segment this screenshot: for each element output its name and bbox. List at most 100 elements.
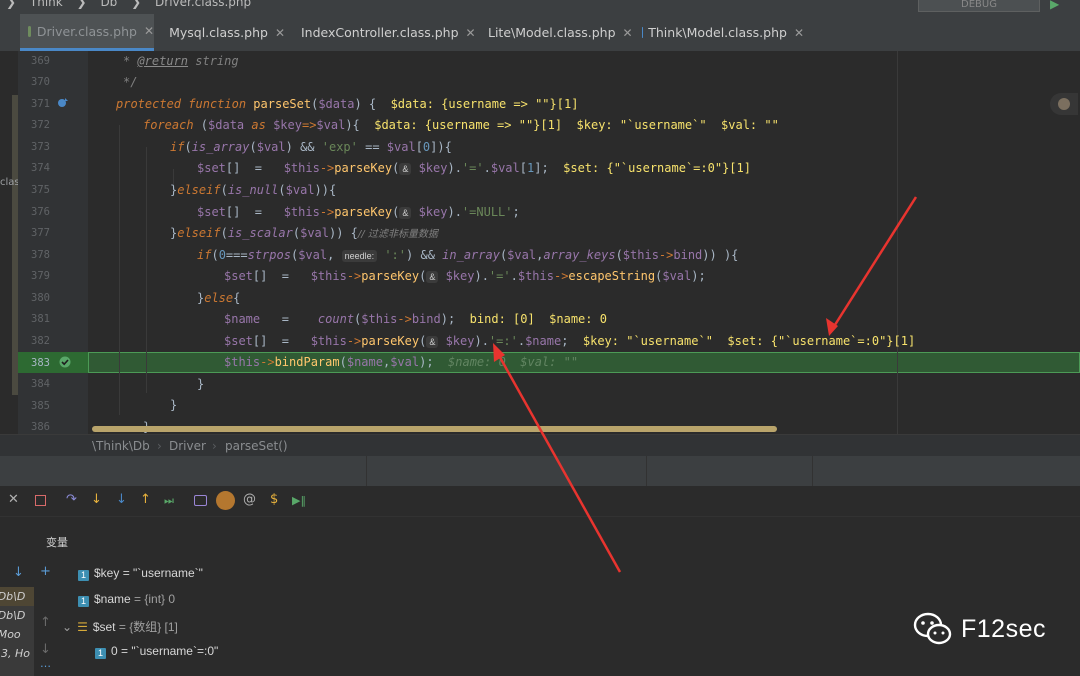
line-number: 375	[31, 184, 50, 196]
tab-label: Mysql.class.php	[169, 25, 268, 40]
resume-icon[interactable]: ▶‖	[292, 494, 306, 507]
step-into-icon[interactable]: ↓	[91, 492, 102, 507]
code-line-382: $set[] = $this->parseKey(& $key).'=:'.$n…	[224, 334, 916, 348]
crumb-chevron-icon: ❯	[6, 0, 17, 9]
editor-tab-bar: Driver.class.php ✕ Mysql.class.php ✕ Ind…	[0, 14, 1080, 52]
debug-toolbar: ✕ ↷ ↓ ↓ ↑ ⏭ @ $ ▶‖	[0, 486, 1080, 517]
variable-row-name[interactable]: 1 $name = {int} 0	[78, 592, 175, 607]
top-crumb-db[interactable]: Db	[100, 0, 117, 9]
watch-icon[interactable]: @	[243, 492, 256, 507]
breakpoint-check-icon[interactable]	[59, 356, 71, 368]
line-number: 374	[31, 162, 50, 174]
code-line-380: }else{	[197, 291, 241, 305]
code-line-378: if(0===strpos($val, needle: ':') && in_a…	[197, 248, 739, 262]
code-line-373: if(is_array($val) && 'exp' == $val[0]){	[170, 140, 452, 154]
browser-preview-icon[interactable]	[1050, 93, 1078, 115]
line-number: 372	[31, 119, 50, 131]
code-line-371: protected function parseSet($data) { $da…	[116, 97, 579, 111]
frame-item[interactable]: \Db\D	[0, 587, 34, 606]
step-out-icon[interactable]: ↑	[140, 492, 151, 507]
wechat-logo-icon	[913, 612, 952, 645]
watermark-text: F12sec	[961, 614, 1046, 643]
frames-list[interactable]: \Db\D \Db\D \Moo 13, Ho	[0, 587, 34, 676]
arrow-up-icon[interactable]: ↑	[40, 615, 51, 630]
close-icon[interactable]: ✕	[275, 26, 285, 40]
more-icon[interactable]: …	[40, 657, 51, 670]
close-icon[interactable]: ✕	[144, 24, 154, 38]
line-number: 386	[31, 421, 50, 433]
line-number: 378	[31, 249, 50, 261]
close-icon[interactable]: ✕	[623, 26, 633, 40]
code-line-375: }elseif(is_null($val)){	[170, 183, 337, 197]
editor-breadcrumb: \Think\Db › Driver › parseSet()	[0, 434, 1080, 457]
frame-item[interactable]: 13, Ho	[0, 644, 34, 663]
stop-icon[interactable]	[35, 495, 46, 506]
line-number: 382	[31, 335, 50, 347]
force-step-into-icon[interactable]: ↓	[116, 492, 127, 507]
top-breadcrumb-bar: ❯ Think ❯ Db ❯ Driver.class.php DEBUG ▶	[0, 0, 1080, 14]
code-line-385: }	[170, 398, 178, 412]
debug-tool-tabs	[0, 456, 1080, 486]
variables-panel: 变量 ↓ + ↑ ↓ … \Db\D \Db\D \Moo 13, Ho 1$k…	[0, 517, 1080, 676]
arrow-down-icon[interactable]: ↓	[13, 565, 24, 580]
code-line-381: $name = count($this->bind); bind: [0] $n…	[224, 312, 607, 326]
tab-label: IndexController.class.php	[301, 25, 459, 40]
crumb-chevron-icon: ❯	[131, 0, 142, 9]
breadcrumb-method[interactable]: parseSet()	[225, 439, 288, 453]
line-number: 376	[31, 206, 50, 218]
watermark: F12sec	[913, 612, 1046, 646]
crumb-chevron-icon: ❯	[76, 0, 87, 9]
variable-row-set[interactable]: ⌄ ☰ $set = {数组} [1]	[62, 618, 178, 635]
run-config-label: DEBUG	[961, 0, 997, 10]
code-line-384: }	[197, 377, 205, 391]
code-line-377: }elseif(is_scalar($val)) {// 过滤非标量数据	[170, 226, 438, 240]
frame-item[interactable]: \Moo	[0, 625, 34, 644]
variable-row-key[interactable]: 1 $key = "`username`"	[78, 566, 203, 581]
frame-item[interactable]: \Db\D	[0, 606, 34, 625]
breadcrumb-namespace[interactable]: \Think\Db	[92, 439, 150, 453]
tab-driver[interactable]: Driver.class.php ✕	[20, 14, 154, 51]
tab-mysql[interactable]: Mysql.class.php ✕	[155, 14, 285, 51]
run-icon[interactable]: ▶	[1050, 0, 1059, 11]
line-number: 381	[31, 313, 50, 325]
evaluate-icon[interactable]	[216, 491, 235, 510]
code-line-374: $set[] = $this->parseKey(& $key).'='.$va…	[197, 161, 751, 175]
top-crumb-think[interactable]: Think	[30, 0, 63, 9]
top-crumb-file[interactable]: Driver.class.php	[155, 0, 251, 9]
tab-label: Think\Model.class.php	[648, 25, 787, 40]
line-number: 369	[31, 55, 50, 67]
line-number: 379	[31, 270, 50, 282]
primitive-icon: 1	[78, 570, 89, 581]
primitive-icon: 1	[95, 648, 106, 659]
php-class-icon	[28, 25, 31, 37]
line-number: 383	[31, 357, 50, 369]
chevron-down-icon[interactable]: ⌄	[62, 620, 72, 634]
line-number: 377	[31, 227, 50, 239]
close-icon[interactable]: ✕	[794, 26, 804, 40]
code-editor[interactable]: class 369 370 371 372 373 374 375 376 37…	[0, 51, 1080, 434]
line-number: 373	[31, 141, 50, 153]
add-watch-icon[interactable]: +	[40, 564, 51, 579]
override-method-icon[interactable]	[57, 97, 69, 109]
horizontal-scrollbar[interactable]	[92, 426, 777, 432]
line-number: 385	[31, 400, 50, 412]
arrow-down-icon[interactable]: ↓	[40, 642, 51, 657]
array-icon: ☰	[77, 620, 88, 634]
run-to-cursor-icon[interactable]: ⏭	[164, 494, 174, 508]
tab-indexcontroller[interactable]: IndexController.class.php ✕	[287, 14, 476, 51]
close-icon[interactable]: ✕	[8, 492, 19, 507]
tab-lite-model[interactable]: Lite\Model.class.php ✕	[474, 14, 633, 51]
run-config-select[interactable]: DEBUG	[918, 0, 1040, 12]
code-line-369: * @return string	[123, 54, 239, 68]
code-line-372: foreach ($data as $key=>$val){ $data: {u…	[143, 118, 779, 132]
variable-icon[interactable]: $	[270, 492, 278, 507]
tab-label: Driver.class.php	[36, 23, 137, 39]
variable-row-set-0[interactable]: 10 = "`username`=:0"	[95, 644, 218, 659]
console-icon[interactable]	[194, 495, 207, 506]
tab-think-model[interactable]: Think\Model.class.php ✕	[634, 14, 804, 51]
breadcrumb-separator: ›	[157, 439, 162, 453]
code-line-370: */	[123, 75, 138, 89]
breadcrumb-class[interactable]: Driver	[169, 439, 206, 453]
step-over-icon[interactable]: ↷	[66, 492, 77, 507]
right-margin-guide	[897, 51, 898, 434]
